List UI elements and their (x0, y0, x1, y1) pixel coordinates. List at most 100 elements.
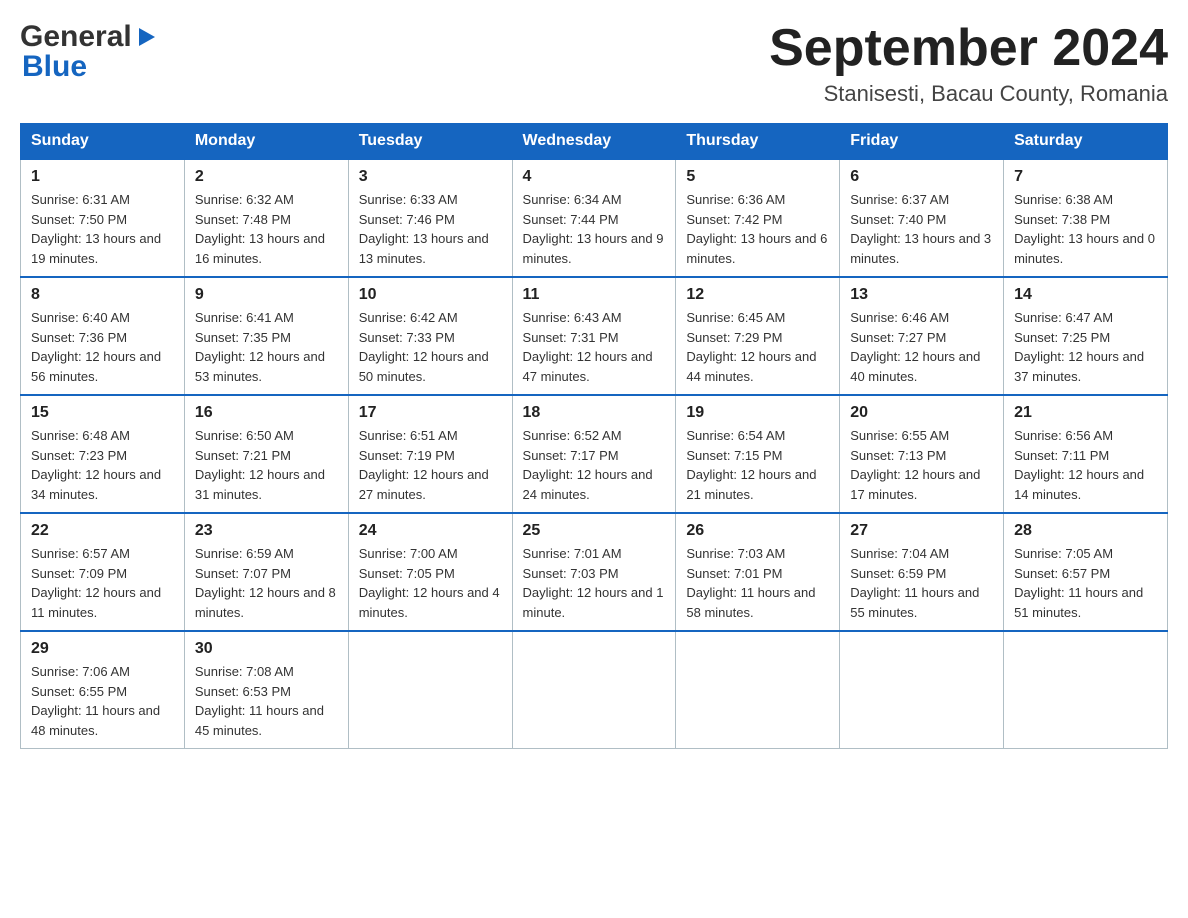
day-info: Sunrise: 6:34 AMSunset: 7:44 PMDaylight:… (523, 190, 666, 268)
day-number: 21 (1014, 404, 1157, 422)
logo-general-text: General (20, 20, 132, 54)
day-number: 17 (359, 404, 502, 422)
day-number: 25 (523, 522, 666, 540)
calendar-cell: 5 Sunrise: 6:36 AMSunset: 7:42 PMDayligh… (676, 159, 840, 277)
day-number: 9 (195, 286, 338, 304)
day-of-week-wednesday: Wednesday (512, 124, 676, 160)
calendar-cell: 21 Sunrise: 6:56 AMSunset: 7:11 PMDaylig… (1004, 395, 1168, 513)
day-of-week-tuesday: Tuesday (348, 124, 512, 160)
day-number: 24 (359, 522, 502, 540)
calendar-cell: 23 Sunrise: 6:59 AMSunset: 7:07 PMDaylig… (184, 513, 348, 631)
calendar-cell: 9 Sunrise: 6:41 AMSunset: 7:35 PMDayligh… (184, 277, 348, 395)
calendar-cell: 4 Sunrise: 6:34 AMSunset: 7:44 PMDayligh… (512, 159, 676, 277)
day-number: 12 (686, 286, 829, 304)
calendar-cell (676, 631, 840, 749)
location: Stanisesti, Bacau County, Romania (769, 81, 1168, 107)
calendar-cell: 10 Sunrise: 6:42 AMSunset: 7:33 PMDaylig… (348, 277, 512, 395)
day-number: 11 (523, 286, 666, 304)
calendar-cell: 22 Sunrise: 6:57 AMSunset: 7:09 PMDaylig… (21, 513, 185, 631)
day-info: Sunrise: 6:43 AMSunset: 7:31 PMDaylight:… (523, 308, 666, 386)
day-info: Sunrise: 6:51 AMSunset: 7:19 PMDaylight:… (359, 426, 502, 504)
day-info: Sunrise: 6:55 AMSunset: 7:13 PMDaylight:… (850, 426, 993, 504)
day-info: Sunrise: 7:01 AMSunset: 7:03 PMDaylight:… (523, 544, 666, 622)
logo-blue-text: Blue (22, 50, 87, 84)
day-info: Sunrise: 6:46 AMSunset: 7:27 PMDaylight:… (850, 308, 993, 386)
day-info: Sunrise: 6:37 AMSunset: 7:40 PMDaylight:… (850, 190, 993, 268)
day-info: Sunrise: 6:54 AMSunset: 7:15 PMDaylight:… (686, 426, 829, 504)
day-info: Sunrise: 6:56 AMSunset: 7:11 PMDaylight:… (1014, 426, 1157, 504)
calendar-cell (1004, 631, 1168, 749)
calendar-cell (840, 631, 1004, 749)
logo: General Blue (20, 20, 157, 84)
calendar-body: 1 Sunrise: 6:31 AMSunset: 7:50 PMDayligh… (21, 159, 1168, 749)
day-number: 14 (1014, 286, 1157, 304)
day-of-week-monday: Monday (184, 124, 348, 160)
day-info: Sunrise: 6:36 AMSunset: 7:42 PMDaylight:… (686, 190, 829, 268)
day-number: 8 (31, 286, 174, 304)
day-info: Sunrise: 6:40 AMSunset: 7:36 PMDaylight:… (31, 308, 174, 386)
title-block: September 2024 Stanisesti, Bacau County,… (769, 20, 1168, 107)
day-info: Sunrise: 6:52 AMSunset: 7:17 PMDaylight:… (523, 426, 666, 504)
day-info: Sunrise: 7:03 AMSunset: 7:01 PMDaylight:… (686, 544, 829, 622)
day-number: 13 (850, 286, 993, 304)
calendar-cell: 28 Sunrise: 7:05 AMSunset: 6:57 PMDaylig… (1004, 513, 1168, 631)
calendar-week-row: 29 Sunrise: 7:06 AMSunset: 6:55 PMDaylig… (21, 631, 1168, 749)
day-of-week-saturday: Saturday (1004, 124, 1168, 160)
day-info: Sunrise: 7:00 AMSunset: 7:05 PMDaylight:… (359, 544, 502, 622)
day-number: 26 (686, 522, 829, 540)
day-info: Sunrise: 6:38 AMSunset: 7:38 PMDaylight:… (1014, 190, 1157, 268)
day-info: Sunrise: 6:32 AMSunset: 7:48 PMDaylight:… (195, 190, 338, 268)
calendar-cell: 12 Sunrise: 6:45 AMSunset: 7:29 PMDaylig… (676, 277, 840, 395)
day-number: 20 (850, 404, 993, 422)
day-info: Sunrise: 6:31 AMSunset: 7:50 PMDaylight:… (31, 190, 174, 268)
calendar-cell: 17 Sunrise: 6:51 AMSunset: 7:19 PMDaylig… (348, 395, 512, 513)
day-info: Sunrise: 7:04 AMSunset: 6:59 PMDaylight:… (850, 544, 993, 622)
day-number: 1 (31, 168, 174, 186)
calendar-cell (348, 631, 512, 749)
day-info: Sunrise: 6:50 AMSunset: 7:21 PMDaylight:… (195, 426, 338, 504)
calendar-cell: 26 Sunrise: 7:03 AMSunset: 7:01 PMDaylig… (676, 513, 840, 631)
day-number: 27 (850, 522, 993, 540)
day-number: 5 (686, 168, 829, 186)
calendar-cell: 2 Sunrise: 6:32 AMSunset: 7:48 PMDayligh… (184, 159, 348, 277)
calendar-cell: 6 Sunrise: 6:37 AMSunset: 7:40 PMDayligh… (840, 159, 1004, 277)
calendar-cell: 20 Sunrise: 6:55 AMSunset: 7:13 PMDaylig… (840, 395, 1004, 513)
calendar-table: SundayMondayTuesdayWednesdayThursdayFrid… (20, 123, 1168, 749)
day-number: 15 (31, 404, 174, 422)
calendar-week-row: 15 Sunrise: 6:48 AMSunset: 7:23 PMDaylig… (21, 395, 1168, 513)
day-info: Sunrise: 6:45 AMSunset: 7:29 PMDaylight:… (686, 308, 829, 386)
day-info: Sunrise: 6:33 AMSunset: 7:46 PMDaylight:… (359, 190, 502, 268)
day-info: Sunrise: 6:59 AMSunset: 7:07 PMDaylight:… (195, 544, 338, 622)
calendar-cell: 27 Sunrise: 7:04 AMSunset: 6:59 PMDaylig… (840, 513, 1004, 631)
calendar-cell: 7 Sunrise: 6:38 AMSunset: 7:38 PMDayligh… (1004, 159, 1168, 277)
day-number: 4 (523, 168, 666, 186)
day-number: 29 (31, 640, 174, 658)
day-info: Sunrise: 6:48 AMSunset: 7:23 PMDaylight:… (31, 426, 174, 504)
day-number: 16 (195, 404, 338, 422)
day-number: 7 (1014, 168, 1157, 186)
calendar-week-row: 8 Sunrise: 6:40 AMSunset: 7:36 PMDayligh… (21, 277, 1168, 395)
day-number: 23 (195, 522, 338, 540)
logo-general: General (20, 20, 157, 54)
calendar-week-row: 1 Sunrise: 6:31 AMSunset: 7:50 PMDayligh… (21, 159, 1168, 277)
day-info: Sunrise: 6:41 AMSunset: 7:35 PMDaylight:… (195, 308, 338, 386)
day-number: 22 (31, 522, 174, 540)
logo-arrow-icon (135, 26, 157, 53)
day-info: Sunrise: 6:42 AMSunset: 7:33 PMDaylight:… (359, 308, 502, 386)
calendar-cell: 13 Sunrise: 6:46 AMSunset: 7:27 PMDaylig… (840, 277, 1004, 395)
calendar-week-row: 22 Sunrise: 6:57 AMSunset: 7:09 PMDaylig… (21, 513, 1168, 631)
calendar-cell: 15 Sunrise: 6:48 AMSunset: 7:23 PMDaylig… (21, 395, 185, 513)
calendar-cell (512, 631, 676, 749)
day-of-week-sunday: Sunday (21, 124, 185, 160)
day-info: Sunrise: 7:06 AMSunset: 6:55 PMDaylight:… (31, 662, 174, 740)
calendar-cell: 3 Sunrise: 6:33 AMSunset: 7:46 PMDayligh… (348, 159, 512, 277)
day-number: 10 (359, 286, 502, 304)
page-header: General Blue September 2024 Stanisesti, … (20, 20, 1168, 107)
calendar-cell: 30 Sunrise: 7:08 AMSunset: 6:53 PMDaylig… (184, 631, 348, 749)
calendar-header: SundayMondayTuesdayWednesdayThursdayFrid… (21, 124, 1168, 160)
day-number: 30 (195, 640, 338, 658)
day-number: 2 (195, 168, 338, 186)
day-number: 19 (686, 404, 829, 422)
day-number: 6 (850, 168, 993, 186)
day-of-week-thursday: Thursday (676, 124, 840, 160)
